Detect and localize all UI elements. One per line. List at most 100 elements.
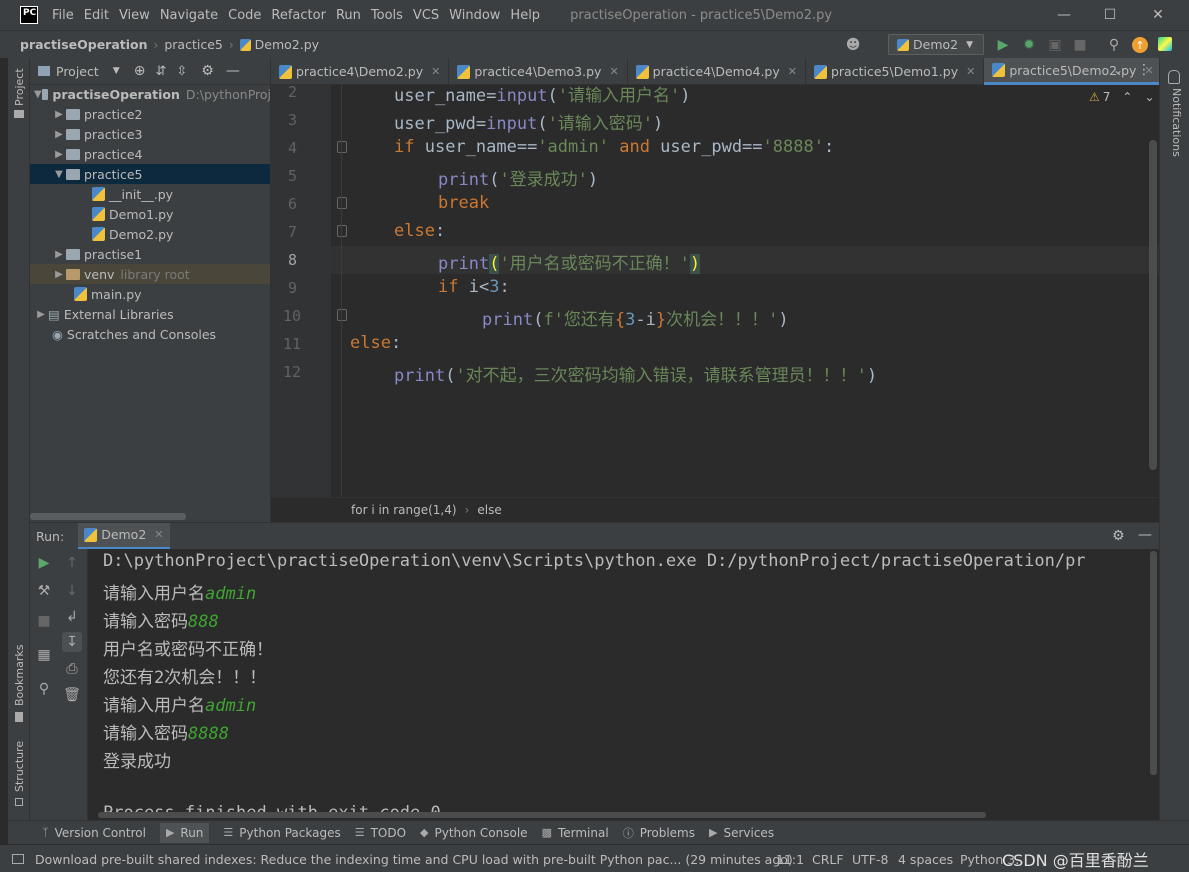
minimize-button[interactable]: —: [1041, 0, 1087, 30]
menu-vcs[interactable]: VCS: [413, 8, 439, 23]
run-icon[interactable]: ▶: [993, 35, 1013, 55]
tabs-menu-icon[interactable]: ⌄: [1113, 63, 1123, 77]
caret-position[interactable]: 11:1: [776, 845, 804, 872]
breadcrumb-for-loop[interactable]: for i in range(1,4): [351, 503, 457, 517]
trash-icon[interactable]: 🗑: [62, 685, 82, 705]
status-message[interactable]: Download pre-built shared indexes: Reduc…: [35, 845, 793, 872]
gear-icon[interactable]: ⚙: [201, 63, 214, 79]
project-view-selector[interactable]: Project: [56, 64, 99, 79]
close-icon[interactable]: ✕: [966, 65, 975, 78]
file-encoding[interactable]: UTF-8: [852, 845, 888, 872]
tab-practice4-demo4[interactable]: practice4\Demo4.py ✕: [628, 58, 806, 85]
coverage-icon[interactable]: ▣: [1045, 35, 1065, 55]
scroll-to-end-icon[interactable]: ↧: [62, 632, 82, 652]
fold-icon[interactable]: [337, 141, 347, 153]
breadcrumb-project[interactable]: practiseOperation: [20, 37, 148, 52]
tool-version-control[interactable]: ᛉ Version Control: [42, 826, 146, 840]
tab-practice4-demo3[interactable]: practice4\Demo3.py ✕: [449, 58, 628, 85]
arrow-down-icon[interactable]: ↓: [62, 581, 82, 601]
tool-python-packages[interactable]: ☰ Python Packages: [223, 826, 340, 840]
hide-icon[interactable]: —: [226, 63, 240, 79]
bell-icon[interactable]: [1168, 70, 1180, 84]
tree-item-external-libraries[interactable]: ▶ ▤ External Libraries: [34, 304, 174, 324]
tree-item-root[interactable]: ▼ practiseOperation D:\pythonProj: [34, 84, 271, 104]
tab-practice5-demo1[interactable]: practice5\Demo1.py ✕: [806, 58, 985, 85]
menu-tools[interactable]: Tools: [371, 8, 403, 23]
gear-icon[interactable]: ⚙: [1112, 528, 1125, 544]
close-button[interactable]: ✕: [1135, 0, 1181, 30]
menu-code[interactable]: Code: [228, 8, 261, 23]
tool-todo[interactable]: ☰ TODO: [355, 826, 406, 840]
user-icon[interactable]: ☻: [843, 35, 863, 55]
collapse-all-icon[interactable]: ⇳: [176, 64, 187, 79]
close-icon[interactable]: ✕: [788, 65, 797, 78]
run-config-selector[interactable]: Demo2 ▼: [888, 34, 984, 55]
fold-icon[interactable]: [337, 225, 347, 237]
console-horizontal-scrollbar[interactable]: [98, 812, 986, 818]
breadcrumb-file[interactable]: Demo2.py: [255, 37, 319, 52]
tree-item-practice5[interactable]: ▼ practice5: [30, 164, 270, 184]
chevron-down-icon[interactable]: ▼: [113, 66, 120, 76]
bookmarks-tool-label[interactable]: Bookmarks: [13, 645, 26, 706]
fold-icon[interactable]: [337, 197, 347, 209]
wrench-icon[interactable]: ⚒: [34, 581, 54, 601]
tree-item-practice4[interactable]: ▶ practice4: [52, 144, 142, 164]
tool-terminal[interactable]: ▩ Terminal: [542, 826, 609, 840]
close-icon[interactable]: ✕: [431, 65, 440, 78]
tree-item-practice3[interactable]: ▶ practice3: [52, 124, 142, 144]
rerun-icon[interactable]: ▶: [34, 553, 54, 573]
layout-icon[interactable]: ▦: [34, 645, 54, 665]
debug-icon[interactable]: ✹: [1019, 35, 1039, 55]
maximize-button[interactable]: ☐: [1087, 0, 1133, 30]
tree-item-demo2[interactable]: Demo2.py: [92, 224, 173, 244]
jetbrains-toolbox-icon[interactable]: [1158, 37, 1172, 51]
menu-navigate[interactable]: Navigate: [160, 8, 218, 23]
chevron-down-icon[interactable]: ⌄: [1144, 90, 1154, 104]
pin-icon[interactable]: ⚲: [34, 679, 54, 699]
hide-icon[interactable]: —: [1138, 527, 1152, 543]
update-icon[interactable]: ↑: [1132, 37, 1148, 53]
notifications-tool-label[interactable]: Notifications: [1170, 88, 1183, 157]
tree-item-demo1[interactable]: Demo1.py: [92, 204, 173, 224]
menu-file[interactable]: File: [52, 8, 74, 23]
menu-window[interactable]: Window: [449, 8, 500, 23]
more-icon[interactable]: ⋮: [1137, 62, 1151, 78]
tree-item-venv[interactable]: ▶ venv library root: [30, 264, 270, 284]
crosshair-icon[interactable]: ⊕: [134, 63, 146, 79]
tool-python-console[interactable]: ◆ Python Console: [420, 826, 528, 840]
menu-help[interactable]: Help: [510, 8, 540, 23]
stop-icon[interactable]: ■: [1070, 35, 1090, 55]
chevron-up-icon[interactable]: ⌃: [1122, 90, 1132, 104]
line-separator[interactable]: CRLF: [812, 845, 844, 872]
menu-run[interactable]: Run: [336, 8, 361, 23]
close-icon[interactable]: ✕: [609, 65, 618, 78]
breadcrumb-else[interactable]: else: [477, 503, 501, 517]
project-tool-label[interactable]: Project: [13, 68, 26, 106]
tree-item-practice2[interactable]: ▶ practice2: [52, 104, 142, 124]
tool-services[interactable]: ▶ Services: [709, 826, 774, 840]
breadcrumb-folder[interactable]: practice5: [164, 37, 223, 52]
arrow-up-icon[interactable]: ↑: [62, 553, 82, 573]
search-icon[interactable]: ⚲: [1104, 35, 1124, 55]
editor-scrollbar[interactable]: [1149, 140, 1157, 470]
tree-item-practise1[interactable]: ▶ practise1: [52, 244, 142, 264]
tree-item-main[interactable]: main.py: [74, 284, 142, 304]
fold-icon[interactable]: [337, 309, 347, 321]
expand-all-icon[interactable]: ⇵: [155, 64, 166, 79]
close-icon[interactable]: ✕: [154, 528, 163, 541]
tab-practice4-demo2[interactable]: practice4\Demo2.py ✕: [271, 58, 450, 85]
indent-setting[interactable]: 4 spaces: [898, 845, 953, 872]
tree-item-scratches[interactable]: ◉ Scratches and Consoles: [52, 324, 216, 344]
structure-tool-label[interactable]: Structure: [13, 741, 26, 792]
horizontal-scrollbar[interactable]: [30, 513, 186, 520]
tool-problems[interactable]: ⓘ Problems: [623, 825, 695, 841]
run-tab-demo2[interactable]: Demo2 ✕: [78, 522, 170, 550]
console-vertical-scrollbar[interactable]: [1150, 551, 1157, 775]
soft-wrap-icon[interactable]: ↲: [62, 607, 82, 627]
inspection-widget[interactable]: ⚠ 7 ⌃ ⌄: [1089, 90, 1155, 104]
run-console[interactable]: D:\pythonProject\practiseOperation\venv\…: [88, 549, 1159, 820]
tab-practice5-demo2[interactable]: practice5\Demo2.py ✕: [984, 58, 1163, 85]
status-toggle-icon[interactable]: [12, 845, 24, 872]
tool-run[interactable]: ▶ Run: [159, 822, 210, 843]
tree-item-init[interactable]: __init__.py: [92, 184, 173, 204]
